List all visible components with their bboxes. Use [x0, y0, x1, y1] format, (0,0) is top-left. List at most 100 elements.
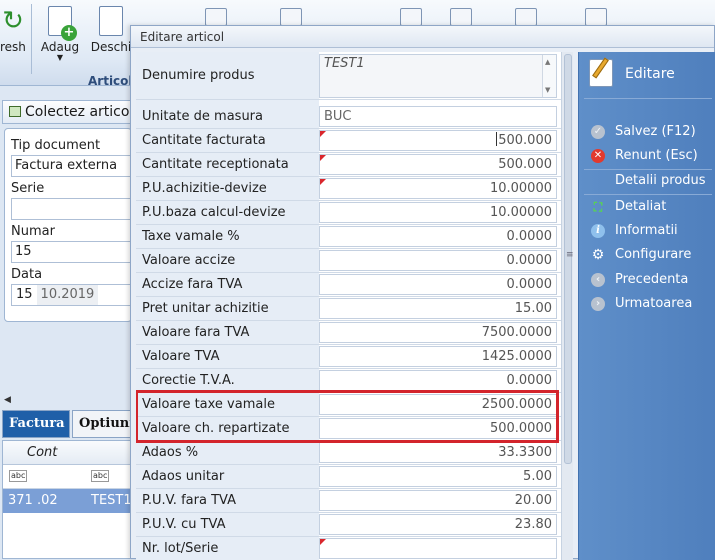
date-day: 15 — [16, 287, 33, 302]
add-label: Adaug — [40, 40, 80, 54]
lot-serial-field[interactable] — [319, 538, 557, 559]
previous-icon: ‹ — [591, 273, 605, 287]
required-marker — [320, 539, 326, 545]
unit-field[interactable]: BUC — [319, 106, 557, 127]
allocated-charges-field[interactable]: 500.0000 — [319, 418, 557, 439]
sale-price-with-vat-field[interactable]: 23.80 — [319, 514, 557, 535]
dialog-title: Editare articol — [131, 26, 714, 48]
add-button[interactable]: + Adaug ▼ — [38, 6, 82, 62]
expand-icon: ⛶ — [593, 200, 603, 214]
column-header-cont[interactable]: Cont — [3, 441, 133, 465]
table-row[interactable]: 371 .02 TEST1 — [3, 489, 133, 513]
excise-value-field[interactable]: 0.0000 — [319, 250, 557, 271]
date-label: Data — [11, 267, 43, 282]
star-icon[interactable] — [585, 8, 607, 26]
printer-icon[interactable] — [450, 8, 472, 26]
scroll-up-icon[interactable]: ▲ — [545, 58, 550, 66]
open-button[interactable]: Deschi — [88, 6, 134, 54]
filter-row: abc abc — [3, 465, 133, 489]
required-marker — [320, 155, 326, 161]
received-qty-field[interactable]: 500.000 — [319, 154, 557, 175]
edit-document-icon — [589, 57, 613, 87]
row-value-no-vat: Valoare fara TVA 7500.0000 — [136, 321, 561, 345]
checklist-icon[interactable] — [280, 8, 302, 26]
tab-optiuni[interactable]: Optiuni — [72, 410, 134, 438]
row-invoiced-qty: Cantitate facturata 500.000 — [136, 129, 561, 153]
edit-article-dialog: Editare articol Denumire produs TEST1 ▲ … — [130, 25, 715, 560]
doc-type-label: Tip document — [11, 138, 101, 153]
row-received-qty: Cantitate receptionata 500.000 — [136, 153, 561, 177]
actions-panel: Editare ✓ Salvez (F12) ✕ Renunt (Esc) De… — [578, 52, 715, 560]
article-form: Denumire produs TEST1 ▲ ▼ Unitate de mas… — [136, 52, 561, 560]
customs-percent-field[interactable]: 0.0000 — [319, 226, 557, 247]
refresh-label: resh — [0, 40, 26, 54]
unit-markup-field[interactable]: 5.00 — [319, 466, 557, 487]
vat-correction-field[interactable]: 0.0000 — [319, 370, 557, 391]
scroll-left-icon[interactable]: ◀ — [4, 395, 11, 405]
product-name-row: Denumire produs TEST1 ▲ ▼ — [136, 52, 561, 100]
unit-purchase-price-field[interactable]: 15.00 — [319, 298, 557, 319]
refresh-button[interactable]: ↻ resh — [0, 6, 26, 54]
table-icon — [9, 106, 21, 117]
add-dropdown-icon[interactable]: ▼ — [38, 54, 82, 62]
gear-icon: ⚙ — [591, 247, 605, 263]
vat-value-field[interactable]: 1425.0000 — [319, 346, 557, 367]
row-excise-no-vat: Accize fara TVA 0.0000 — [136, 273, 561, 297]
required-marker — [320, 179, 326, 185]
next-icon: › — [591, 297, 605, 311]
form-scrollbar[interactable]: ≡ — [561, 52, 574, 560]
tab-factura[interactable]: Factura — [2, 410, 70, 438]
row-excise-value: Valoare accize 0.0000 — [136, 249, 561, 273]
text-filter-icon[interactable]: abc — [9, 470, 28, 482]
required-marker — [320, 131, 326, 137]
row-lot-serial: Nr. lot/Serie — [136, 537, 561, 560]
toolbar-separator — [31, 4, 32, 74]
row-unit-markup: Adaos unitar 5.00 — [136, 465, 561, 489]
sale-price-no-vat-field[interactable]: 20.00 — [319, 490, 557, 511]
purchase-price-estimate-field[interactable]: 10.00000 — [319, 178, 557, 199]
row-allocated-charges: Valoare ch. repartizate 500.0000 — [136, 417, 561, 441]
panel-title: Colectez artico — [2, 100, 132, 124]
series-field[interactable] — [11, 198, 135, 220]
grip-icon: ≡ — [566, 250, 574, 260]
add-document-icon: + — [48, 6, 77, 41]
row-customs-value: Valoare taxe vamale 2500.0000 — [136, 393, 561, 417]
actions-header-label: Editare — [625, 66, 675, 82]
row-markup-percent: Adaos % 33.3300 — [136, 441, 561, 465]
series-label: Serie — [11, 181, 45, 196]
text-filter-icon[interactable]: abc — [91, 470, 110, 482]
number-label: Numar — [11, 224, 55, 239]
refresh-icon: ↻ — [2, 6, 24, 36]
document-icon[interactable] — [400, 8, 422, 26]
value-no-vat-field[interactable]: 7500.0000 — [319, 322, 557, 343]
scrollbar-thumb[interactable]: ≡ — [564, 54, 574, 464]
cell-item: TEST1 — [91, 493, 132, 508]
markup-percent-field[interactable]: 33.3300 — [319, 442, 557, 463]
date-rest: 10.2019 — [36, 285, 99, 305]
product-name-scrollbar[interactable]: ▲ ▼ — [542, 55, 556, 97]
grid-icon[interactable] — [205, 8, 227, 26]
customs-value-field[interactable]: 2500.0000 — [319, 394, 557, 415]
row-purchase-price-estimate: P.U.achizitie-devize 10.00000 — [136, 177, 561, 201]
items-grid: Cont abc abc 371 .02 TEST1 — [2, 440, 133, 559]
row-customs-percent: Taxe vamale % 0.0000 — [136, 225, 561, 249]
info-icon: i — [591, 224, 605, 238]
cell-account: 371 .02 — [8, 493, 58, 508]
product-name-field[interactable]: TEST1 ▲ ▼ — [319, 54, 557, 98]
user-icon[interactable] — [515, 8, 537, 26]
document-form: Tip document Factura externa Serie Numar… — [4, 128, 135, 322]
save-icon: ✓ — [591, 125, 605, 139]
excise-no-vat-field[interactable]: 0.0000 — [319, 274, 557, 295]
number-field[interactable]: 15 — [11, 241, 135, 263]
invoiced-qty-field[interactable]: 500.000 — [319, 130, 557, 151]
row-sale-price-no-vat: P.U.V. fara TVA 20.00 — [136, 489, 561, 513]
base-price-estimate-field[interactable]: 10.00000 — [319, 202, 557, 223]
date-field[interactable]: 15 10.2019 — [11, 284, 135, 306]
cancel-icon: ✕ — [591, 149, 605, 163]
open-document-icon — [99, 6, 123, 36]
doc-type-field[interactable]: Factura externa — [11, 155, 135, 177]
open-label: Deschi — [90, 40, 132, 54]
scroll-down-icon[interactable]: ▼ — [545, 86, 550, 94]
row-vat-correction: Corectie T.V.A. 0.0000 — [136, 369, 561, 393]
row-base-price-estimate: P.U.baza calcul-devize 10.00000 — [136, 201, 561, 225]
